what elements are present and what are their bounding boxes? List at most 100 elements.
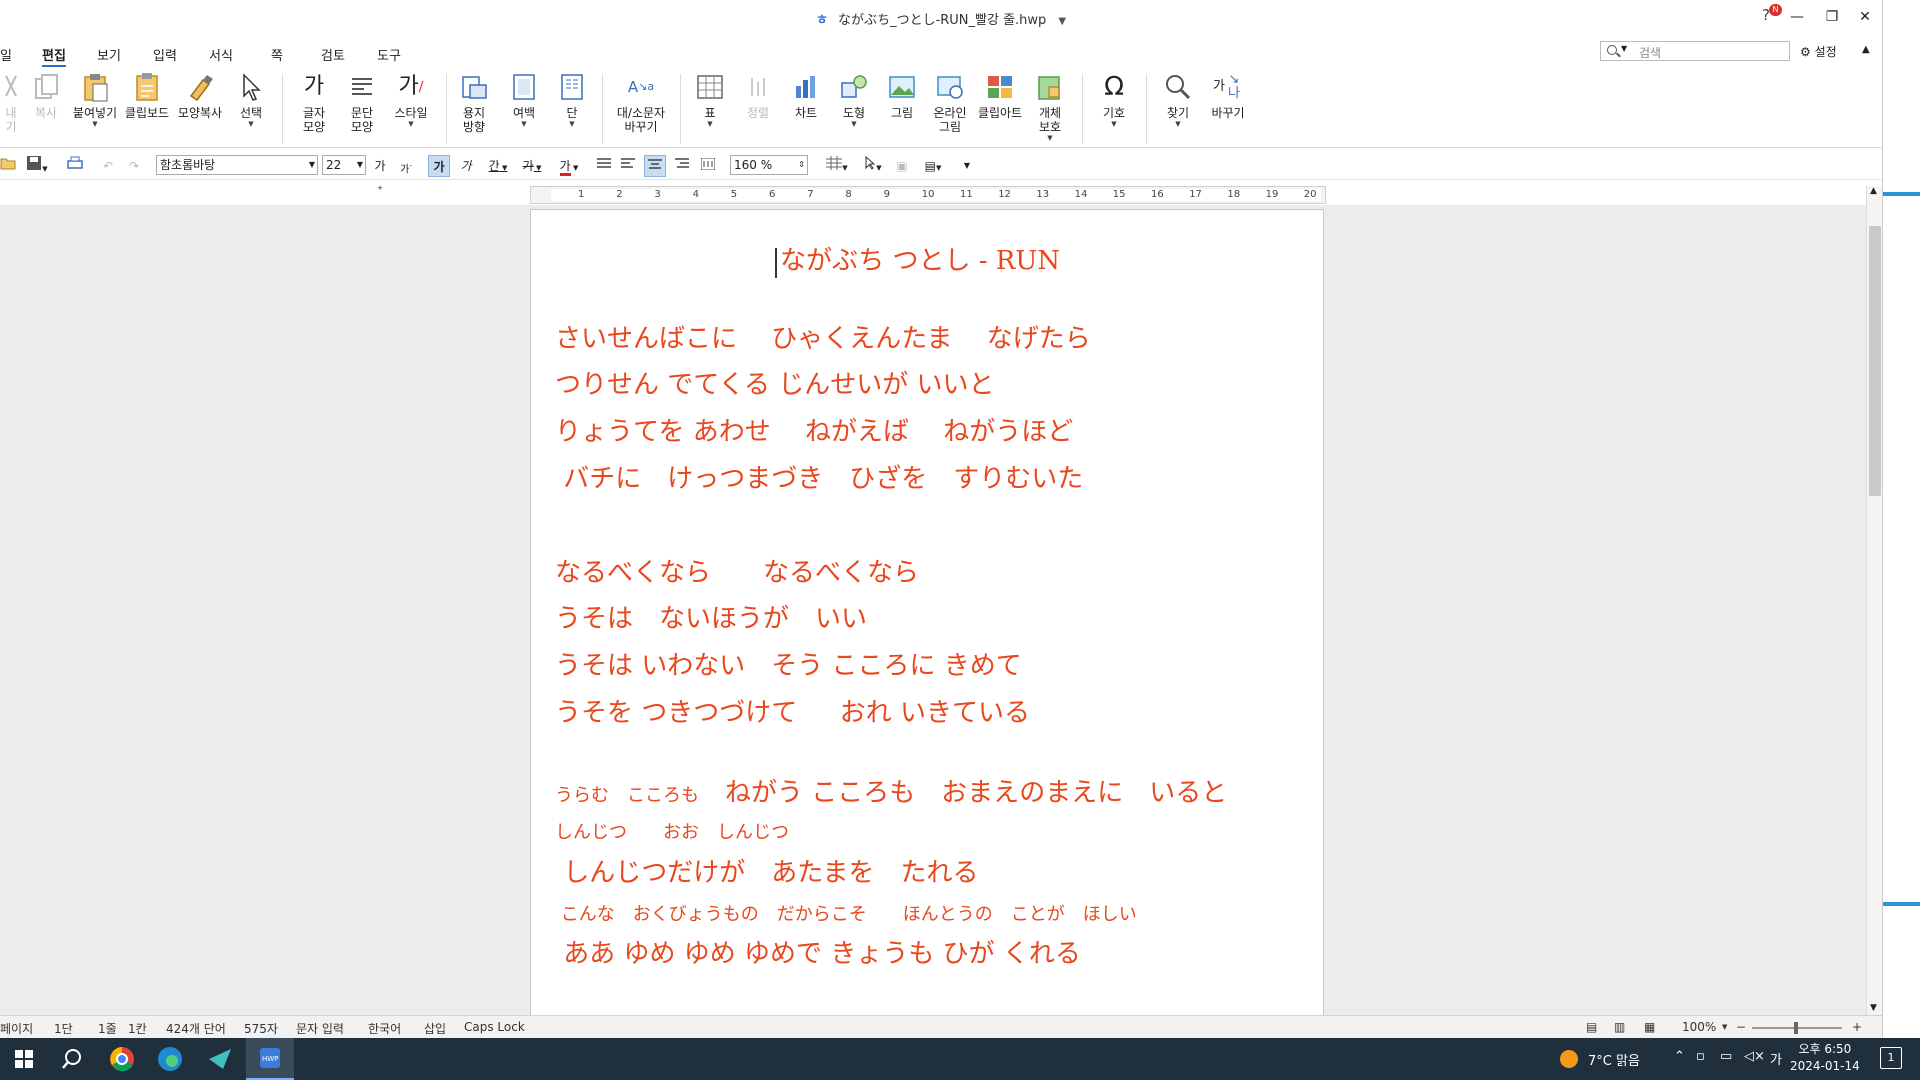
bold-button[interactable]: 가 — [428, 155, 450, 177]
online-picture-button[interactable]: 온라인 그림 — [930, 70, 970, 134]
view-page-icon[interactable]: ▦ — [1644, 1020, 1655, 1034]
redo-icon[interactable]: ↷ — [124, 155, 144, 177]
strikethrough-button[interactable]: 가 ▼ — [518, 155, 546, 177]
column-button[interactable]: 단 ▼ — [556, 70, 588, 128]
save-icon[interactable]: ▼ — [24, 155, 50, 177]
object-select-icon[interactable]: ▼ — [858, 155, 888, 177]
clock[interactable]: 오후 6:50 2024-01-14 — [1790, 1041, 1860, 1075]
align-justify-icon[interactable] — [594, 155, 614, 177]
chevron-down-icon[interactable]: ▼ — [1722, 1023, 1727, 1031]
tray-arrow-icon[interactable]: ⌃ — [1674, 1049, 1685, 1064]
menu-tools[interactable]: 도구 — [377, 45, 401, 64]
close-button[interactable]: ✕ — [1853, 6, 1877, 28]
margin-button[interactable]: 여백 ▼ — [506, 70, 542, 128]
case-convert-button[interactable]: A ↘a 대/소문자 바꾸기 — [612, 70, 670, 135]
zoom-in-icon[interactable]: + — [1852, 1020, 1862, 1034]
table-button[interactable]: 표 ▼ — [692, 70, 728, 128]
underline-button[interactable]: 간 ▼ — [484, 155, 512, 177]
menu-edit[interactable]: 편집 — [42, 45, 66, 67]
group-icon[interactable]: ▣ — [892, 155, 912, 177]
clipboard-button[interactable]: 클립보드 — [122, 70, 172, 120]
settings-button[interactable]: ⚙ 설정 — [1800, 43, 1837, 60]
status-insert-mode[interactable]: 삽입 — [424, 1020, 446, 1037]
cut-button[interactable]: 내기 — [0, 70, 22, 134]
collapse-ribbon-icon[interactable]: ▲ — [1862, 44, 1870, 55]
document-body[interactable]: ながぶち つとし - RUN さいせんばこに ひゃくえんたま なげたら つりせん… — [555, 240, 1315, 969]
menu-file[interactable]: 일 — [0, 45, 12, 64]
scroll-thumb[interactable] — [1869, 226, 1881, 496]
edge-icon[interactable] — [146, 1038, 194, 1080]
menu-insert[interactable]: 입력 — [153, 45, 177, 64]
search-icon[interactable] — [48, 1038, 96, 1080]
search-input[interactable]: ▼ 검색 — [1600, 41, 1790, 61]
weather-icon[interactable] — [1560, 1050, 1578, 1068]
para-shape-button[interactable]: 문단 모양 — [344, 70, 380, 134]
zoom-slider-thumb[interactable] — [1794, 1022, 1798, 1034]
notification-center-icon[interactable]: 1 — [1880, 1047, 1902, 1069]
menu-page[interactable]: 쪽 — [271, 45, 283, 64]
font-size-decrease-button[interactable]: 가- — [398, 155, 414, 177]
symbol-button[interactable]: Ω 기호 ▼ — [1096, 70, 1132, 128]
ruler[interactable]: 1 2 3 4 5 6 7 8 9 10 11 12 13 14 15 16 17 18 19 20 — [530, 186, 1326, 204]
menu-review[interactable]: 검토 — [321, 45, 345, 64]
paste-label: 붙여넣기 — [72, 106, 118, 120]
shape-button[interactable]: 도형 ▼ — [836, 70, 872, 128]
hwp-taskbar-icon[interactable]: HWP — [246, 1038, 294, 1080]
view-normal-icon[interactable]: ▤ — [1586, 1020, 1597, 1034]
maximize-button[interactable]: ❐ — [1820, 6, 1844, 28]
align-center-icon[interactable] — [644, 155, 666, 177]
minimize-button[interactable]: — — [1785, 6, 1809, 28]
status-language[interactable]: 한국어 — [368, 1020, 401, 1037]
volume-muted-icon[interactable]: ◁× — [1744, 1049, 1765, 1064]
arrange-icon[interactable]: ▤▼ — [918, 155, 948, 177]
status-input-mode[interactable]: 문자 입력 — [296, 1020, 344, 1037]
chevron-down-icon[interactable]: ▼ — [1058, 16, 1066, 27]
document-page[interactable]: ながぶち つとし - RUN さいせんばこに ひゃくえんたま なげたら つりせん… — [530, 209, 1324, 1015]
zoom-slider[interactable] — [1752, 1022, 1842, 1034]
italic-button[interactable]: 가 — [456, 155, 476, 177]
vertical-scrollbar[interactable]: ▲ ▼ — [1866, 186, 1882, 1015]
chrome-icon[interactable] — [98, 1038, 146, 1080]
print-icon[interactable] — [64, 155, 86, 177]
font-color-button[interactable]: 가 ▼ — [554, 155, 584, 177]
app-icon[interactable] — [196, 1038, 244, 1080]
paper-direction-button[interactable]: 용지 방향 — [456, 70, 492, 134]
status-zoom[interactable]: 100% — [1682, 1020, 1716, 1034]
view-web-icon[interactable]: ▥ — [1614, 1020, 1625, 1034]
select-button[interactable]: 선택 ▼ — [234, 70, 268, 128]
font-size-select[interactable]: 22 ▼ — [322, 155, 366, 175]
align-button[interactable]: 정렬 — [740, 70, 776, 120]
start-button[interactable] — [0, 1038, 48, 1080]
align-left-icon[interactable] — [618, 155, 638, 177]
distribute-icon[interactable] — [698, 155, 718, 177]
format-copy-button[interactable]: 모양복사 — [174, 70, 226, 120]
chart-button[interactable]: 차트 — [788, 70, 824, 120]
object-protect-button[interactable]: 개체 보호 ▼ — [1032, 70, 1068, 142]
font-select[interactable]: 함초롬바탕 ▼ — [156, 155, 318, 175]
weather-text[interactable]: 7°C 맑음 — [1588, 1050, 1640, 1069]
style-button[interactable]: 가 ∕ 스타일 ▼ — [388, 70, 434, 129]
camera-icon[interactable]: ▫ — [1696, 1049, 1705, 1064]
align-right-icon[interactable] — [672, 155, 692, 177]
replace-button[interactable]: 가 ↘나 바꾸기 — [1206, 70, 1250, 121]
italic-glyph: 가 — [460, 159, 472, 173]
grid-icon[interactable]: ▼ — [822, 155, 852, 177]
picture-button[interactable]: 그림 — [884, 70, 920, 120]
find-button[interactable]: 찾기 ▼ — [1160, 70, 1196, 128]
ime-indicator[interactable]: 가 — [1770, 1049, 1782, 1068]
open-folder-icon[interactable] — [0, 155, 16, 177]
char-shape-button[interactable]: 가 글자 모양 — [296, 70, 332, 135]
undo-icon[interactable]: ↶ — [98, 155, 118, 177]
network-icon[interactable]: ▭ — [1720, 1049, 1732, 1064]
scroll-up-icon[interactable]: ▲ — [1870, 186, 1877, 196]
clipart-button[interactable]: 클립아트 — [974, 70, 1026, 120]
copy-button[interactable]: 복사 — [30, 70, 62, 120]
paste-button[interactable]: 붙여넣기 ▼ — [70, 70, 120, 128]
menu-format[interactable]: 서식 — [209, 45, 233, 64]
font-size-increase-button[interactable]: 가+ — [372, 155, 388, 192]
zoom-select[interactable]: 160 % ⇕ — [730, 155, 808, 175]
zoom-out-icon[interactable]: − — [1736, 1020, 1746, 1034]
menu-view[interactable]: 보기 — [97, 45, 121, 64]
scroll-down-icon[interactable]: ▼ — [1870, 1003, 1877, 1013]
more-tools-icon[interactable]: ▼ — [960, 155, 974, 177]
